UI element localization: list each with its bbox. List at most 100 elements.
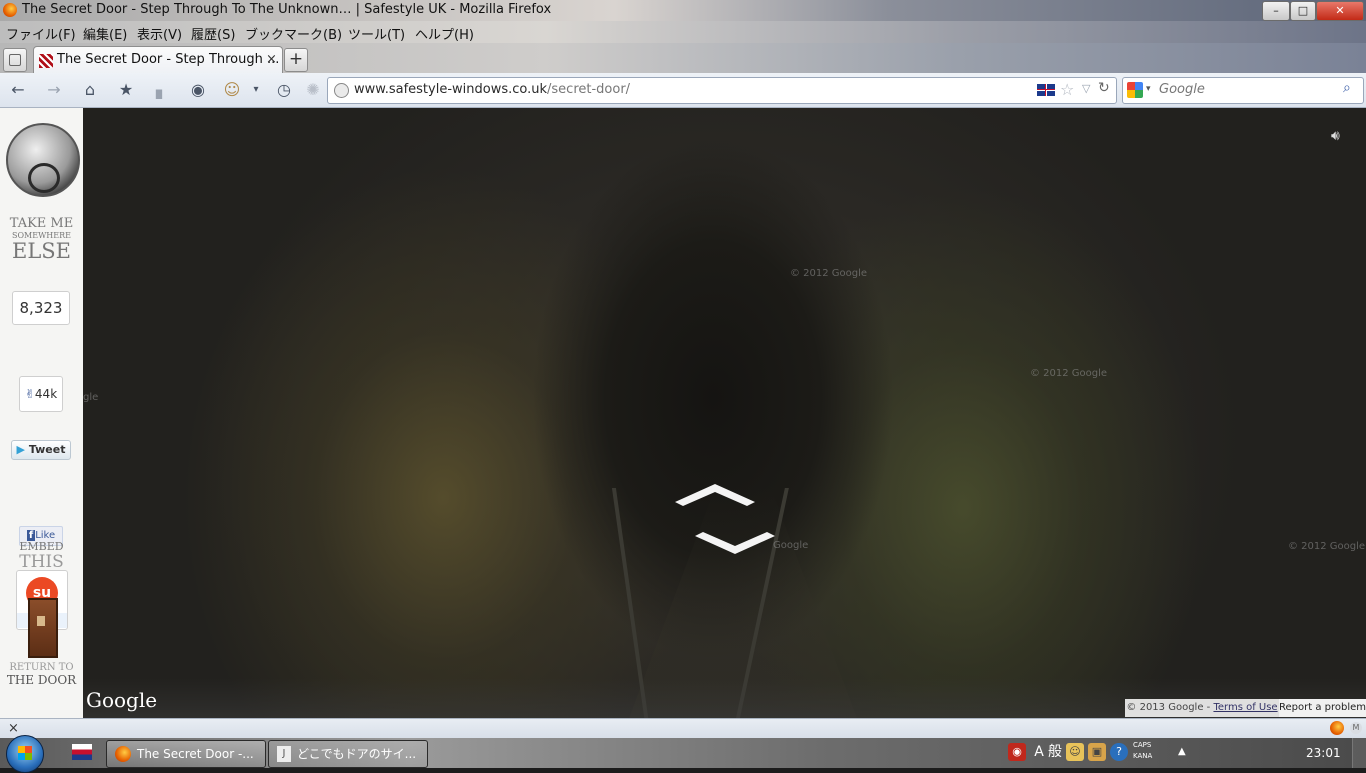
firefox-icon	[115, 746, 131, 762]
status-bar: × M	[0, 718, 1366, 739]
search-bar[interactable]: ▾ Google ⌕	[1122, 77, 1364, 104]
map-copyright: © 2013 Google - Terms of Use	[1125, 699, 1279, 717]
greasemonkey-icon[interactable]: ☺	[221, 79, 243, 101]
search-icon[interactable]: ⌕	[1343, 80, 1351, 96]
system-clock[interactable]: 23:01	[1306, 746, 1341, 760]
ime-general-indicator[interactable]: 般	[1046, 743, 1064, 761]
new-tab-button[interactable]: +	[284, 48, 308, 72]
chevron-down-icon[interactable]: ▾	[245, 79, 267, 101]
taskbar-button-firefox[interactable]: The Secret Door -...	[106, 740, 266, 768]
take-me-line1[interactable]: TAKE ME	[0, 216, 83, 231]
uk-flag-icon[interactable]	[1037, 84, 1055, 96]
move-backward-arrow-icon[interactable]	[695, 528, 775, 562]
taskbar-button-label: The Secret Door -...	[137, 747, 254, 761]
menu-bar: ファイル(F) 編集(E) 表示(V) 履歴(S) ブックマーク(B) ツール(…	[0, 21, 1366, 43]
ime-tools-icon[interactable]: ▣	[1088, 743, 1106, 761]
firefox-addon-icon[interactable]	[1330, 721, 1344, 735]
windows-logo-icon	[18, 746, 32, 760]
like-count-box: ✌44k	[19, 376, 63, 412]
help-icon[interactable]: ?	[1110, 743, 1128, 761]
take-me-line3[interactable]: ELSE	[0, 239, 83, 263]
door-knob-plate	[37, 616, 45, 626]
url-path: /secret-door/	[547, 82, 631, 97]
maximize-button[interactable]: □	[1290, 1, 1316, 21]
bookmarks-icon[interactable]: ★	[115, 79, 137, 101]
window-title: The Secret Door - Step Through To The Un…	[22, 2, 552, 17]
terms-of-use-link[interactable]: Terms of Use	[1213, 702, 1277, 713]
taskbar-button-label: どこでもドアのサイ...	[297, 747, 417, 761]
menu-view[interactable]: 表示(V)	[137, 24, 182, 43]
windows-taskbar: The Secret Door -... J どこでもドアのサイ... ◉ A 般…	[0, 735, 1366, 773]
move-forward-arrow-icon[interactable]	[675, 480, 755, 514]
menu-history[interactable]: 履歴(S)	[191, 24, 235, 43]
home-icon[interactable]: ⌂	[79, 79, 101, 101]
door-thumbnail[interactable]	[28, 598, 58, 658]
safestyle-favicon-icon	[39, 54, 53, 68]
menu-edit[interactable]: 編集(E)	[83, 24, 127, 43]
search-engine-dropdown-icon[interactable]: ▾	[1146, 84, 1151, 94]
copyright-watermark: © 2012 Google	[1030, 368, 1108, 379]
url-dropdown-icon[interactable]: ▽	[1082, 82, 1090, 95]
menu-file[interactable]: ファイル(F)	[6, 24, 76, 43]
menu-help[interactable]: ヘルプ(H)	[415, 24, 474, 43]
ime-dictionary-icon[interactable]: ☺	[1066, 743, 1084, 761]
addon-m-icon[interactable]: M	[1350, 722, 1362, 734]
tab-bar: The Secret Door - Step Through ... × +	[0, 43, 1366, 74]
show-hidden-icons-icon[interactable]: ▲	[1178, 746, 1186, 757]
url-host: www.safestyle-windows.co.uk	[354, 82, 548, 97]
return-line1[interactable]: RETURN TO	[0, 662, 83, 673]
copyright-watermark-partial: Google	[773, 540, 809, 551]
window-title-bar: The Secret Door - Step Through To The Un…	[0, 0, 1366, 21]
back-icon[interactable]: ←	[7, 79, 29, 101]
share-sidebar: TAKE ME SOMEWHERE ELSE 8,323 ▶ Tweet ✌44…	[0, 108, 90, 718]
tab-label: The Secret Door - Step Through ...	[57, 52, 280, 67]
tab-close-icon[interactable]: ×	[266, 52, 277, 67]
url-text[interactable]: www.safestyle-windows.co.uk/secret-door/	[354, 82, 630, 97]
google-engine-icon[interactable]	[1127, 82, 1143, 98]
lion-door-knocker-logo[interactable]	[6, 123, 80, 197]
kana-indicator: KANA	[1133, 752, 1153, 760]
tab-groups-button[interactable]	[3, 48, 27, 72]
bookmark-star-icon[interactable]: ☆	[1060, 80, 1074, 99]
tab-groups-icon	[9, 54, 21, 66]
firefox-icon	[3, 3, 17, 17]
loading-icon: ✺	[306, 80, 320, 99]
extension-icon[interactable]: ◉	[187, 79, 209, 101]
reload-icon[interactable]: ↻	[1098, 80, 1110, 96]
thumbs-up-icon: ✌	[24, 387, 35, 401]
site-identity-icon[interactable]	[334, 83, 349, 98]
copyright-watermark: © 2012 Google	[1288, 541, 1366, 552]
tweet-label: Tweet	[28, 443, 66, 456]
history-icon[interactable]: ◷	[273, 79, 295, 101]
minimize-button[interactable]: –	[1262, 1, 1290, 21]
tweet-button[interactable]: ▶ Tweet	[11, 440, 71, 460]
search-placeholder: Google	[1159, 82, 1205, 97]
menu-bookmarks[interactable]: ブックマーク(B)	[245, 24, 342, 43]
speaker-icon[interactable]: 🔊︎	[1331, 128, 1340, 144]
taskbar-button-document[interactable]: J どこでもドアのサイ...	[268, 740, 428, 768]
twitter-bird-icon: ▶	[16, 443, 25, 456]
caps-indicator: CAPS	[1133, 741, 1152, 749]
tab-secret-door[interactable]: The Secret Door - Step Through ... ×	[33, 46, 283, 74]
tray-app-icon[interactable]: ◉	[1008, 743, 1026, 761]
stats-icon[interactable]: ▖	[151, 79, 173, 101]
copyright-watermark: © 2012 Google	[790, 268, 868, 279]
forward-icon[interactable]: →	[43, 79, 65, 101]
menu-tools[interactable]: ツール(T)	[348, 24, 405, 43]
copyright-text: © 2013 Google -	[1126, 702, 1211, 713]
start-button[interactable]	[6, 735, 44, 773]
navigation-toolbar: ← → ⌂ ★ ▖ ◉ ☺ ▾ ◷ ✺ www.safestyle-window…	[0, 73, 1366, 108]
return-line2[interactable]: THE DOOR	[0, 673, 83, 687]
language-flag-icon[interactable]	[72, 744, 92, 760]
street-view-panorama[interactable]: © 2012 Google © 2012 Google © 2012 Googl…	[83, 108, 1366, 718]
google-logo[interactable]: Google	[86, 688, 157, 712]
url-bar[interactable]: www.safestyle-windows.co.uk/secret-door/…	[327, 77, 1117, 104]
tweet-count: 8,323	[12, 291, 70, 325]
copyright-watermark-partial: gle	[83, 392, 99, 403]
close-window-button[interactable]: ✕	[1316, 1, 1364, 21]
like-count: 44k	[34, 387, 58, 401]
close-addon-bar-icon[interactable]: ×	[8, 721, 19, 736]
show-desktop-button[interactable]	[1352, 738, 1366, 768]
embed-line2[interactable]: THIS	[0, 552, 83, 572]
report-problem-link[interactable]: Report a problem	[1279, 699, 1366, 717]
